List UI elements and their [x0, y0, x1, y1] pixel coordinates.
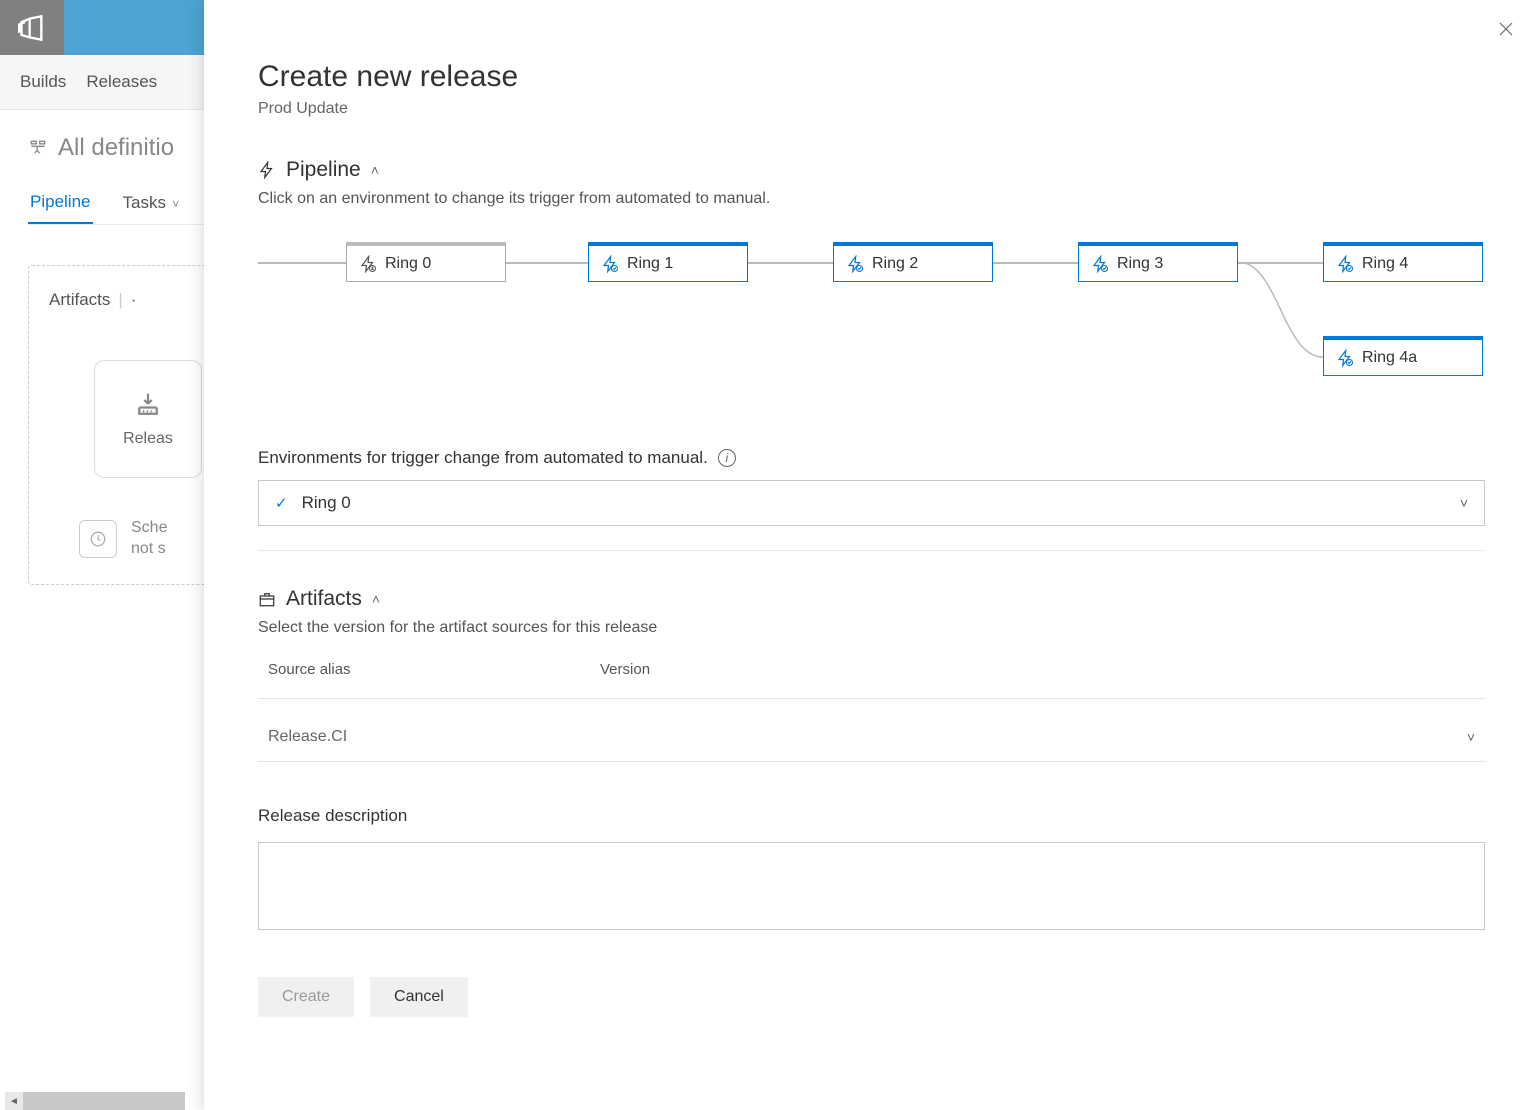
cancel-button[interactable]: Cancel: [370, 977, 468, 1017]
close-icon[interactable]: [1497, 20, 1515, 44]
stage-ring-0[interactable]: Ring 0: [346, 242, 506, 282]
subnav-releases[interactable]: Releases: [86, 72, 157, 92]
pipeline-section-header[interactable]: Pipeline ˄: [258, 158, 1485, 182]
clock-icon: [79, 520, 117, 558]
environments-label: Environments for trigger change from aut…: [258, 448, 1485, 468]
stage-ring-2[interactable]: Ring 2: [833, 242, 993, 282]
create-release-panel: Create new release Prod Update Pipeline …: [204, 0, 1539, 1110]
horizontal-scrollbar[interactable]: ◄: [5, 1092, 185, 1110]
stage-ring-3[interactable]: Ring 3: [1078, 242, 1238, 282]
col-source-alias: Source alias: [268, 661, 600, 678]
artifacts-section-label: Artifacts: [286, 587, 362, 611]
artifact-alias-value: Release.CI: [268, 728, 600, 746]
artifacts-table-header: Source alias Version: [258, 661, 1485, 678]
graph-connector-branch: [1238, 262, 1328, 362]
scroll-thumb[interactable]: [23, 1092, 185, 1110]
auto-trigger-icon: [1091, 255, 1109, 273]
chevron-up-icon: ˄: [371, 162, 379, 178]
stage-ring-4a[interactable]: Ring 4a: [1323, 336, 1483, 376]
scroll-left-arrow[interactable]: ◄: [5, 1096, 23, 1107]
tab-tasks[interactable]: Tasks ˅: [121, 183, 182, 223]
manual-trigger-icon: [359, 255, 377, 273]
section-divider: [258, 550, 1485, 551]
stage-label: Ring 2: [872, 255, 918, 273]
auto-trigger-icon: [601, 255, 619, 273]
check-icon: ✓: [275, 494, 288, 512]
stage-label: Ring 4a: [1362, 349, 1417, 367]
chevron-down-icon: ˅: [1467, 729, 1475, 745]
artifact-card-label: Releas: [123, 430, 173, 448]
stage-ring-1[interactable]: Ring 1: [588, 242, 748, 282]
artifact-card[interactable]: Releas: [94, 360, 202, 478]
stage-ring-4[interactable]: Ring 4: [1323, 242, 1483, 282]
pipeline-graph: Ring 0 Ring 1 Ring 2 Ring 3 Ring 4 Ring …: [258, 238, 1485, 408]
schedule-row[interactable]: Sche not s: [79, 518, 217, 560]
stage-label: Ring 1: [627, 255, 673, 273]
info-icon[interactable]: i: [718, 449, 736, 467]
panel-subtitle: Prod Update: [258, 100, 1485, 118]
stage-label: Ring 4: [1362, 255, 1408, 273]
environments-selected-value: Ring 0: [302, 493, 1460, 513]
tab-pipeline[interactable]: Pipeline: [28, 182, 93, 224]
chevron-up-icon: ˄: [372, 591, 380, 607]
chevron-down-icon: ˅: [169, 197, 179, 211]
breadcrumb-text: All definitio: [58, 134, 174, 162]
subnav-builds[interactable]: Builds: [20, 72, 66, 92]
button-row: Create Cancel: [258, 977, 1485, 1017]
tab-tasks-label: Tasks: [123, 193, 166, 212]
chevron-down-icon: ˅: [1460, 495, 1468, 511]
environments-dropdown[interactable]: ✓ Ring 0 ˅: [258, 480, 1485, 526]
stage-label: Ring 0: [385, 255, 431, 273]
artifacts-section-hint: Select the version for the artifact sour…: [258, 619, 1485, 637]
stage-label: Ring 3: [1117, 255, 1163, 273]
auto-trigger-icon: [1336, 349, 1354, 367]
table-divider: [258, 761, 1485, 762]
auto-trigger-icon: [1336, 255, 1354, 273]
pipeline-section-label: Pipeline: [286, 158, 361, 182]
auto-trigger-icon: [846, 255, 864, 273]
release-description-input[interactable]: [258, 842, 1485, 930]
product-logo[interactable]: [0, 0, 64, 55]
table-divider: [258, 698, 1485, 699]
panel-title: Create new release: [258, 60, 1485, 94]
create-button[interactable]: Create: [258, 977, 354, 1017]
release-description-label: Release description: [258, 806, 1485, 826]
artifact-row[interactable]: Release.CI ˅: [258, 717, 1485, 757]
schedule-text: Sche not s: [131, 518, 167, 560]
col-version: Version: [600, 661, 1475, 678]
artifacts-title: Artifacts | ·: [49, 290, 217, 310]
pipeline-section-hint: Click on an environment to change its tr…: [258, 190, 1485, 208]
artifacts-section-header[interactable]: Artifacts ˄: [258, 587, 1485, 611]
